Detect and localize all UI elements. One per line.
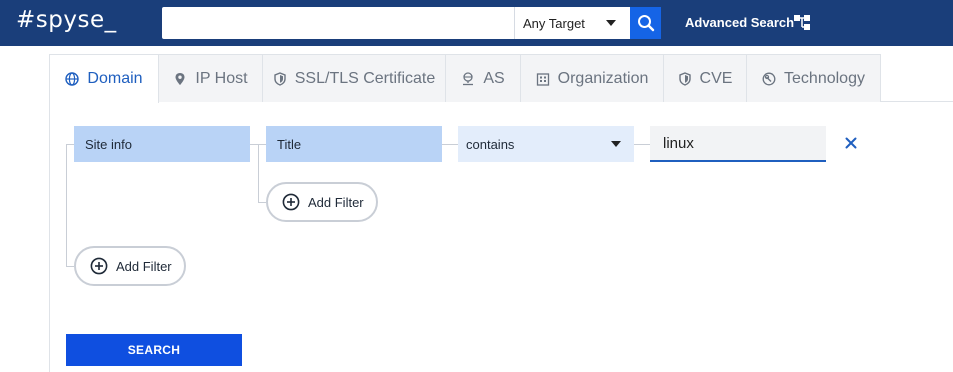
add-filter-button-inner[interactable]: Add Filter <box>266 182 378 222</box>
tab-label: Domain <box>87 70 143 87</box>
shield-icon <box>678 71 692 86</box>
operator-select[interactable]: contains <box>458 126 634 162</box>
remove-filter-button[interactable] <box>842 134 860 152</box>
tree-connector <box>66 144 74 145</box>
chevron-down-icon <box>606 20 616 26</box>
tab-label: SSL/TLS Certificate <box>294 69 436 87</box>
tab-label: Organization <box>557 69 649 87</box>
add-filter-label: Add Filter <box>308 194 364 210</box>
tab-label: IP Host <box>195 69 248 87</box>
tree-connector <box>258 202 266 203</box>
search-input[interactable] <box>162 7 514 39</box>
shield-icon <box>273 71 287 86</box>
map-pin-icon <box>173 72 187 86</box>
top-bar: #spyse_ Any Target Advanced Search <box>0 0 953 46</box>
spyse-logo[interactable]: #spyse_ <box>16 7 117 33</box>
tab-label: AS <box>483 69 505 87</box>
search-button[interactable] <box>630 7 661 39</box>
tree-connector <box>634 144 650 145</box>
sitemap-icon[interactable] <box>793 14 811 31</box>
wrench-icon <box>762 72 776 86</box>
close-icon <box>845 137 857 149</box>
search-submit-button[interactable]: SEARCH <box>66 334 242 366</box>
chevron-down-icon <box>611 141 621 147</box>
tab-domain[interactable]: Domain <box>49 54 159 103</box>
building-icon <box>536 72 550 86</box>
tree-connector <box>66 144 67 267</box>
tab-label: CVE <box>699 69 733 87</box>
globe-icon <box>65 72 80 86</box>
tab-ssl-tls-certificate[interactable]: SSL/TLS Certificate <box>262 54 446 102</box>
tree-connector <box>258 144 259 203</box>
network-icon <box>461 71 475 86</box>
plus-circle-icon <box>90 257 108 275</box>
tab-ip-host[interactable]: IP Host <box>158 54 263 102</box>
tab-technology[interactable]: Technology <box>746 54 881 102</box>
tree-connector <box>442 144 458 145</box>
filter-field-label: Title <box>277 136 302 152</box>
filter-group-chip[interactable]: Site info <box>74 126 250 162</box>
target-select[interactable]: Any Target <box>514 7 630 39</box>
add-filter-label: Add Filter <box>116 258 172 274</box>
advanced-search-link[interactable]: Advanced Search <box>685 15 794 30</box>
tree-connector <box>66 266 74 267</box>
tab-as[interactable]: AS <box>445 54 521 102</box>
tab-label: Technology <box>784 69 865 87</box>
add-filter-button-outer[interactable]: Add Filter <box>74 246 186 286</box>
search-icon <box>637 15 654 32</box>
tab-cve[interactable]: CVE <box>663 54 747 102</box>
plus-circle-icon <box>282 193 300 211</box>
tab-organization[interactable]: Organization <box>520 54 664 102</box>
filter-field-chip[interactable]: Title <box>266 126 442 162</box>
target-select-label: Any Target <box>523 15 585 31</box>
content-border <box>49 101 50 372</box>
filter-value-input[interactable] <box>650 126 826 162</box>
filter-group-label: Site info <box>85 136 132 152</box>
operator-label: contains <box>466 136 515 152</box>
